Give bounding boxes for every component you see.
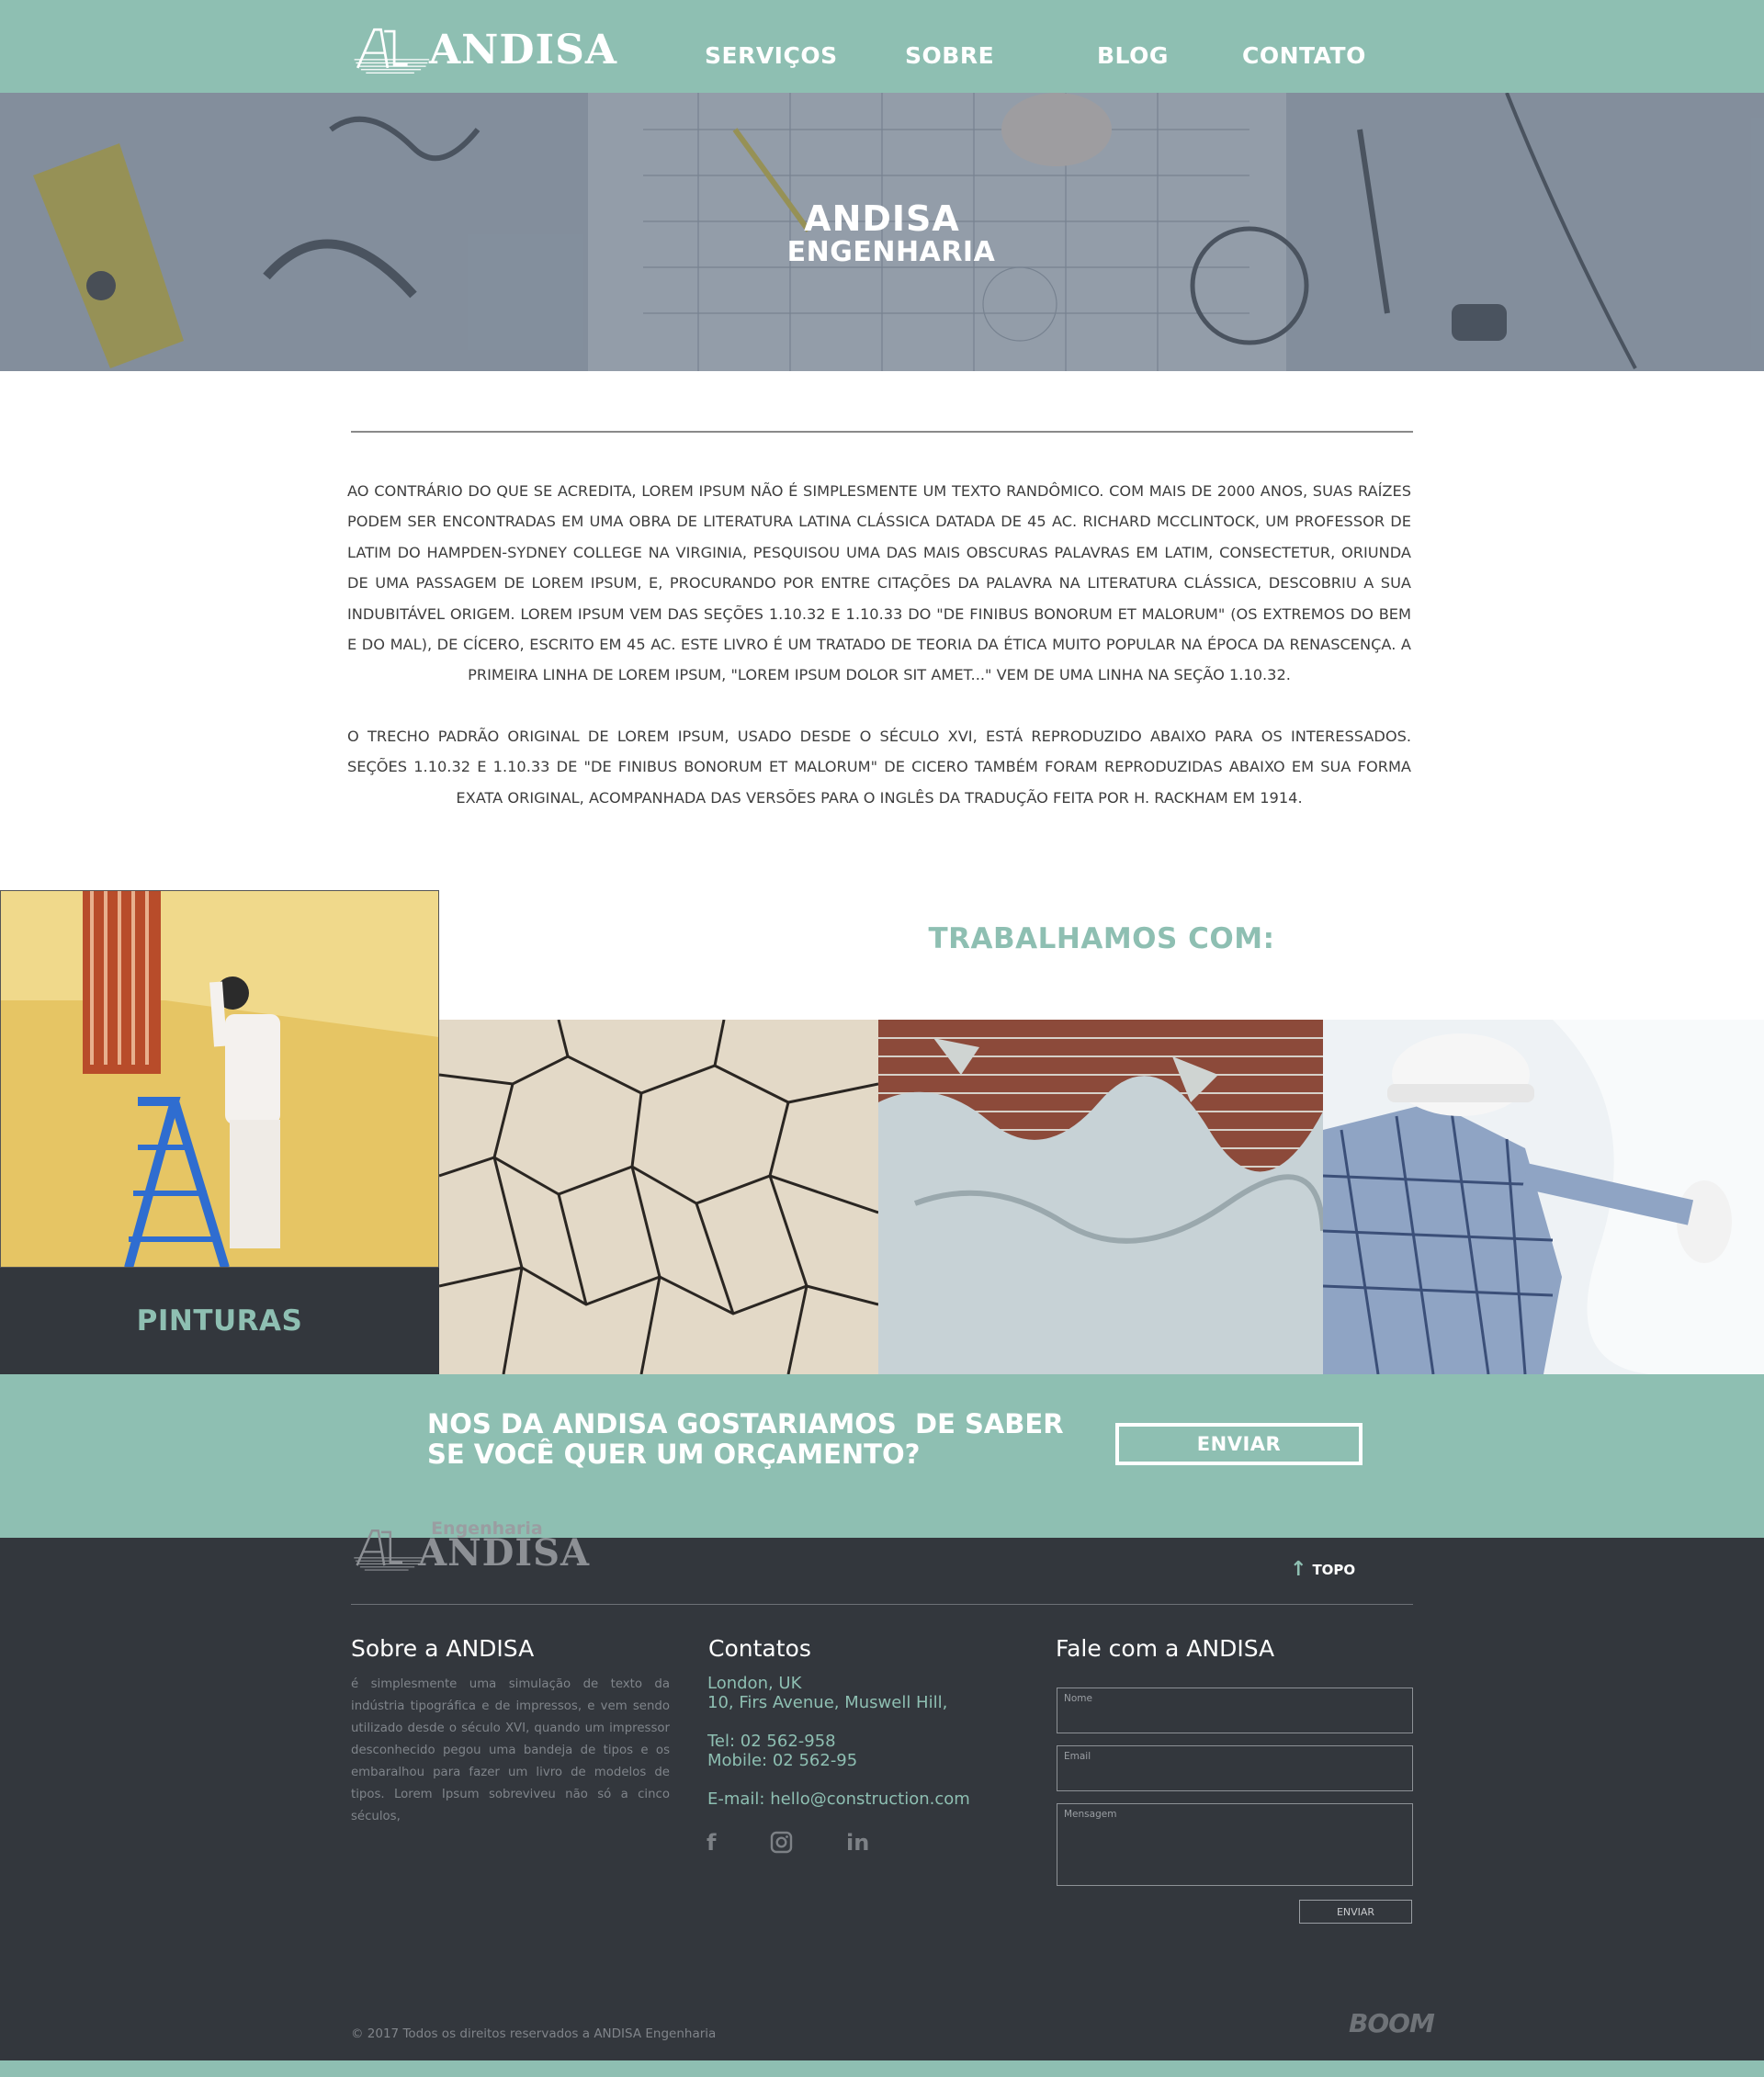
nav-servicos[interactable]: SERVIÇOS [705, 42, 838, 69]
service-tile-plaster-image[interactable] [1323, 1020, 1764, 1374]
instagram-icon[interactable] [770, 1831, 793, 1859]
facebook-icon[interactable]: f [707, 1830, 716, 1856]
services-heading: TRABALHAMOS COM: [928, 922, 1275, 955]
contact-email-field[interactable]: Email [1057, 1745, 1413, 1791]
intro-paragraph: O TRECHO PADRÃO ORIGINAL DE LOREM IPSUM,… [347, 727, 1411, 807]
back-to-top-link[interactable]: ↑ TOPO [1290, 1560, 1355, 1580]
footer-divider [351, 1604, 1413, 1605]
service-tile-painting-image[interactable] [0, 890, 439, 1268]
service-tile-brick-image[interactable] [878, 1020, 1323, 1374]
cta-text-line-1: NOS DA ANDISA GOSTARIAMOS DE SABER [427, 1408, 1064, 1439]
cta-text: NOS DA ANDISA GOSTARIAMOS DE SABER SE VO… [427, 1409, 1089, 1470]
contact-address: 10, Firs Avenue, Muswell Hill, [707, 1693, 948, 1712]
contact-mobile[interactable]: Mobile: 02 562-95 [707, 1751, 970, 1770]
copyright-text: © 2017 Todos os direitos reservados a AN… [351, 2026, 717, 2041]
footer-bottom-strip [0, 2060, 1764, 2077]
contact-tel[interactable]: Tel: 02 562-958 [707, 1732, 970, 1751]
contact-email[interactable]: E-mail: hello@construction.com [707, 1789, 970, 1809]
contact-city: London, UK [707, 1674, 802, 1693]
service-tile-painting-label[interactable]: PINTURAS [0, 1268, 439, 1374]
footer-logo-words: Engenharia ANDISA [418, 1518, 590, 1575]
footer-about-text: é simplesmente uma simulação de texto da… [351, 1677, 670, 1823]
cta-send-button[interactable]: ENVIAR [1115, 1423, 1363, 1465]
contact-name-field[interactable]: Nome [1057, 1688, 1413, 1733]
main-nav: SERVIÇOS SOBRE BLOG CONTATO [0, 0, 1764, 93]
arrow-up-icon: ↑ [1290, 1558, 1307, 1581]
footer-logo[interactable]: Engenharia ANDISA [351, 1518, 590, 1575]
designer-signature: BOOM [1349, 2008, 1435, 2038]
footer-logo-engenharia: Engenharia [431, 1518, 543, 1539]
hero-title: ANDISA [804, 198, 960, 239]
section-divider [351, 431, 1413, 433]
quote-cta-banner: NOS DA ANDISA GOSTARIAMOS DE SABER SE VO… [0, 1374, 1764, 1538]
footer-contacts: London, UK 10, Firs Avenue, Muswell Hill… [707, 1674, 970, 1809]
painter-photo [0, 890, 439, 1268]
name-field-label: Nome [1064, 1693, 1092, 1704]
back-to-top-label: TOPO [1312, 1562, 1356, 1578]
service-tile-cracks-image[interactable] [439, 1020, 878, 1374]
linkedin-icon[interactable]: in [846, 1830, 869, 1856]
footer-form-title: Fale com a ANDISA [1056, 1635, 1275, 1662]
intro-text: AO CONTRÁRIO DO QUE SE ACREDITA, LOREM I… [347, 476, 1411, 813]
cta-text-line-2: SE VOCÊ QUER UM ORÇAMENTO? [427, 1439, 921, 1470]
andisa-logo-icon [354, 1529, 423, 1571]
intro-paragraph: AO CONTRÁRIO DO QUE SE ACREDITA, LOREM I… [347, 482, 1411, 684]
nav-contato[interactable]: CONTATO [1242, 42, 1366, 69]
message-field-label: Mensagem [1064, 1809, 1117, 1820]
worker-plastering-photo [1323, 1020, 1764, 1374]
contact-message-field[interactable]: Mensagem [1057, 1803, 1413, 1886]
contact-send-button[interactable]: ENVIAR [1299, 1900, 1412, 1924]
damaged-brick-wall-photo [878, 1020, 1323, 1374]
footer-about-title: Sobre a ANDISA [351, 1635, 535, 1662]
nav-sobre[interactable]: SOBRE [905, 42, 994, 69]
hero-banner: ANDISA ENGENHARIA [0, 93, 1764, 371]
cracked-wall-photo [439, 1020, 878, 1374]
nav-blog[interactable]: BLOG [1097, 42, 1169, 69]
footer-contacts-title: Contatos [708, 1635, 811, 1662]
email-field-label: Email [1064, 1751, 1091, 1762]
site-header: ANDISA SERVIÇOS SOBRE BLOG CONTATO [0, 0, 1764, 93]
service-label-pinturas: PINTURAS [136, 1304, 303, 1338]
hero-subtitle: ENGENHARIA [786, 236, 996, 268]
